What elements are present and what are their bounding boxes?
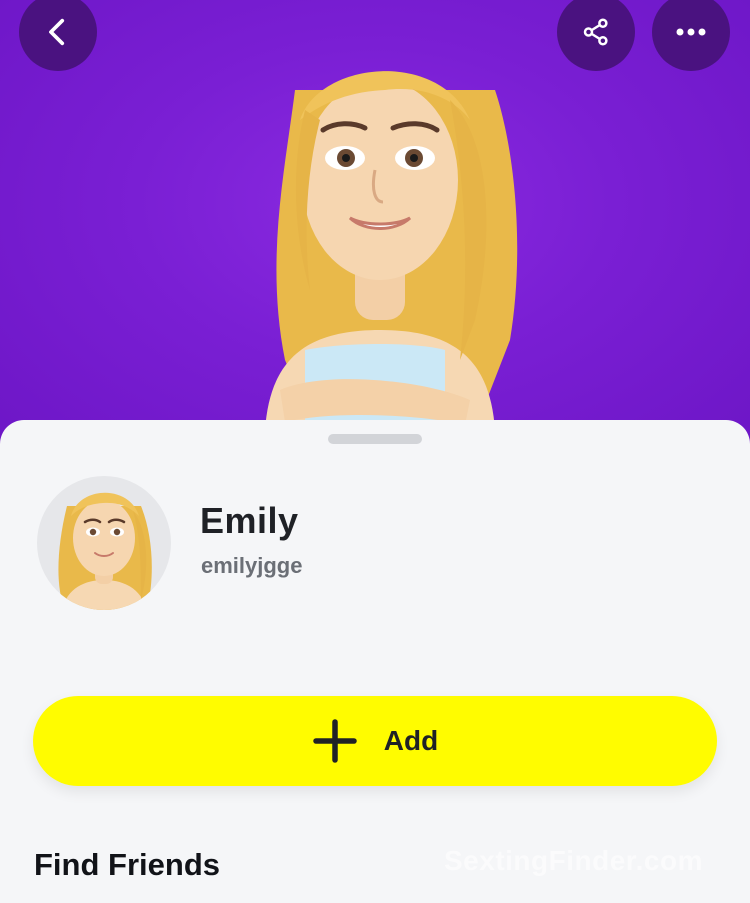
find-friends-heading: Find Friends	[34, 847, 220, 882]
chevron-left-icon	[41, 15, 75, 49]
more-horizontal-icon	[674, 26, 708, 38]
display-name: Emily	[200, 500, 299, 541]
plus-icon	[312, 718, 384, 764]
back-button[interactable]	[19, 0, 97, 71]
username: emilyjgge	[201, 553, 303, 578]
profile-header	[0, 0, 750, 450]
bitmoji-avatar-small	[58, 492, 152, 610]
add-friend-label: Add	[383, 725, 439, 756]
watermark: SextingFinder.com	[444, 845, 703, 876]
share-icon	[581, 17, 611, 47]
more-options-button[interactable]	[652, 0, 730, 71]
share-button[interactable]	[557, 0, 635, 71]
avatar[interactable]	[37, 476, 171, 610]
sheet-grabber-handle[interactable]	[328, 434, 422, 444]
add-friend-button[interactable]: Add	[33, 696, 717, 786]
bitmoji-avatar-large	[265, 71, 518, 430]
profile-sheet: Emily emilyjgge Add Find Friends	[0, 420, 750, 903]
